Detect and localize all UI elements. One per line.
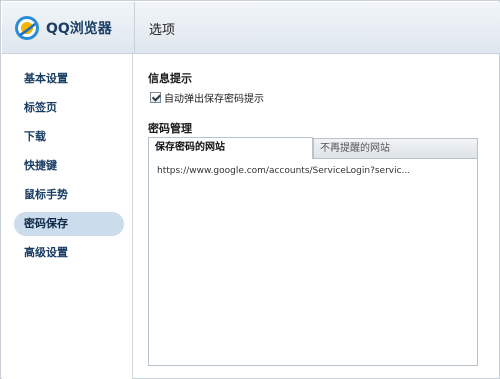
sidebar-item-advanced-settings[interactable]: 高级设置 [14,241,124,265]
saved-sites-list: https://www.google.com/accounts/ServiceL… [148,158,478,366]
password-section-title: 密码管理 [148,122,192,135]
sidebar-item-password-saving[interactable]: 密码保存 [14,212,124,236]
sidebar-item-basic-settings[interactable]: 基本设置 [14,67,124,91]
header-divider [134,2,135,54]
auto-popup-checkbox[interactable] [150,91,161,103]
main-content: 信息提示 自动弹出保存密码提示 密码管理 保存密码的网站 不再提醒的网站 htt… [134,54,500,379]
app-logo: QQ浏览器 [2,2,134,54]
sidebar-item-mouse-gestures[interactable]: 鼠标手势 [14,183,124,207]
sidebar: 基本设置 标签页 下载 快捷键 鼠标手势 密码保存 高级设置 [2,54,133,379]
logo-text: QQ浏览器 [46,21,112,37]
auto-popup-checkbox-label[interactable]: 自动弹出保存密码提示 [164,90,264,105]
header-bar: QQ浏览器 选项 [2,2,500,54]
info-section-title: 信息提示 [148,72,192,85]
password-tabs: 保存密码的网站 不再提醒的网站 [148,137,478,159]
page-title: 选项 [149,23,176,38]
options-window: QQ浏览器 选项 基本设置 标签页 下载 快捷键 鼠标手势 密码保存 高级设置 … [0,0,500,379]
qq-browser-logo-icon [15,16,39,40]
sidebar-item-tabs[interactable]: 标签页 [14,96,124,120]
sidebar-item-download[interactable]: 下载 [14,125,124,149]
tab-never-remind-sites[interactable]: 不再提醒的网站 [313,138,478,158]
auto-popup-checkbox-row[interactable]: 自动弹出保存密码提示 [150,90,264,105]
list-item[interactable]: https://www.google.com/accounts/ServiceL… [157,166,410,176]
sidebar-item-shortcuts[interactable]: 快捷键 [14,154,124,178]
tab-saved-sites[interactable]: 保存密码的网站 [148,137,313,159]
